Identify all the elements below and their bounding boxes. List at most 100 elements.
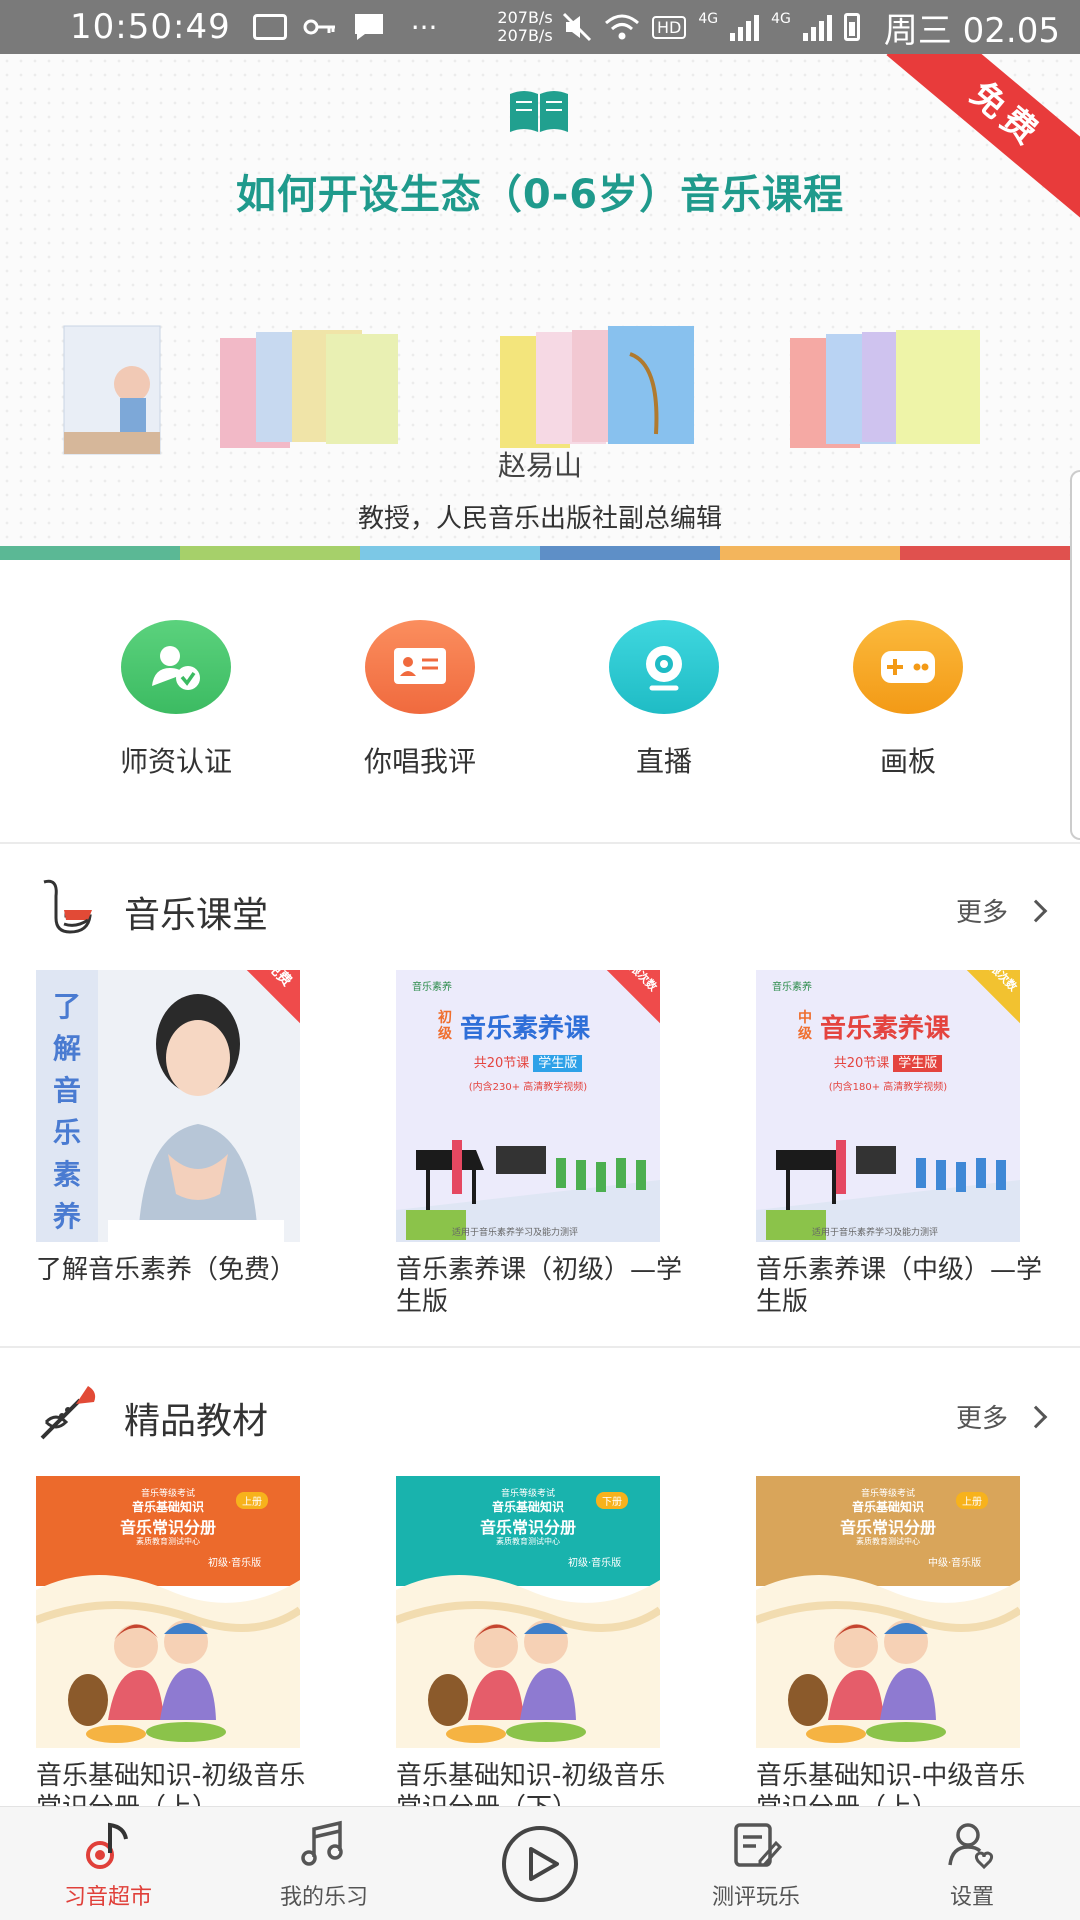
promo-banner[interactable]: 如何开设生态（0-6岁）音乐课程 免费 赵易山 教授，人民音乐出版社副总编辑	[0, 54, 1080, 560]
banner-author-role: 教授，人民音乐出版社副总编辑	[357, 504, 722, 534]
course-card[interactable]: 音乐素养 初级 音乐素养课 共20节课 学生版 (内含230+ 高清教学视频) 适…	[396, 970, 682, 1318]
tab-label: 设置	[949, 1885, 994, 1910]
stripe-segment	[360, 546, 540, 560]
status-right: HD 4G 4G 周三 02.05	[562, 3, 1060, 52]
status-bar: 10:50:49 ··· 207B/s 207B/s HD 4G 4G 周三 0…	[0, 0, 1080, 54]
course-card[interactable]: 音乐素养 中级 音乐素养课 共20节课 学生版 (内含180+ 高清教学视频) 适…	[756, 970, 1042, 1318]
divider	[0, 1346, 1080, 1348]
cover-title: 音乐常识分册	[479, 1518, 576, 1537]
course-level: 初级	[438, 1010, 452, 1042]
course-subtitle: 共20节课 学生版	[396, 1052, 660, 1072]
course-note: (内含180+ 高清教学视频)	[828, 1082, 948, 1093]
textbook-card[interactable]: 音乐等级考试 音乐基础知识 音乐常识分册 素质教育测试中心 下册 初级·音乐版 …	[396, 1476, 665, 1824]
kids-illustration	[36, 1575, 300, 1748]
cover-title: 音乐常识分册	[119, 1518, 216, 1537]
course-level: 中级	[798, 1010, 812, 1042]
kids-illustration	[396, 1575, 660, 1748]
textbook-card[interactable]: 音乐等级考试 音乐基础知识 音乐常识分册 素质教育测试中心 上册 中级·音乐版 …	[756, 1476, 1025, 1824]
corner-badge: 不限次数	[578, 970, 660, 1035]
course-footnote: 适用于音乐素养学习及能力测评	[812, 1228, 939, 1238]
vertical-char: 素	[52, 1158, 81, 1191]
quick-action-label: 画板	[879, 745, 936, 778]
lesson-count: 共20节课	[473, 1056, 530, 1071]
live-camera-icon	[609, 620, 719, 714]
brand-logo: 音乐素养	[772, 982, 812, 993]
cover-publisher: 素质教育测试中心	[856, 1537, 920, 1546]
hd-badge: HD	[651, 15, 687, 39]
quick-action-live[interactable]: 直播	[542, 580, 786, 840]
divider	[0, 842, 1080, 844]
course-card[interactable]: 了解音乐素养 免费 了解音乐素养（免费）	[36, 970, 300, 1318]
gamepad-icon	[853, 620, 963, 714]
textbook-cover: 音乐等级考试 音乐基础知识 音乐常识分册 素质教育测试中心 上册 初级·音乐版	[36, 1476, 300, 1748]
chevron-right-icon	[1024, 1405, 1048, 1428]
tab-settings[interactable]: 设置	[864, 1807, 1080, 1920]
textbook-card[interactable]: 音乐等级考试 音乐基础知识 音乐常识分册 素质教育测试中心 上册 初级·音乐版 …	[36, 1476, 305, 1824]
kids-illustration	[756, 1575, 1020, 1748]
corner-badge: 不限次数	[938, 970, 1020, 1035]
mute-icon	[562, 12, 592, 42]
teacher-cert-icon	[121, 620, 231, 714]
notes-icon	[301, 1820, 343, 1866]
music-class-header: 音乐课堂 更多	[0, 868, 1080, 948]
speed-up: 207B/s	[497, 8, 553, 27]
course-thumbnail: 音乐素养 中级 音乐素养课 共20节课 学生版 (内含180+ 高清教学视频) 适…	[756, 970, 1020, 1242]
volume-tag: 上册	[956, 1492, 988, 1509]
chevron-right-icon	[1024, 899, 1048, 922]
textbooks-more-link[interactable]: 更多	[955, 1398, 1048, 1435]
quick-action-label: 直播	[635, 745, 692, 778]
course-title: 音乐素养课（中级）—学生版	[756, 1255, 1043, 1317]
more-notifications-icon: ···	[410, 10, 438, 44]
status-notification-icons: ···	[252, 10, 438, 44]
quick-action-sing-review[interactable]: 你唱我评	[298, 580, 542, 840]
tab-assessment[interactable]: 测评玩乐	[648, 1807, 864, 1920]
cover-publisher: 素质教育测试中心	[136, 1537, 200, 1546]
classroom-image	[396, 1140, 660, 1242]
quick-action-drawing-board[interactable]: 画板	[786, 580, 1030, 840]
vertical-char: 音	[52, 1074, 81, 1107]
stripe-segment	[180, 546, 360, 560]
tab-my-learning[interactable]: 我的乐习	[216, 1807, 432, 1920]
bottom-nav: 习音超市 我的乐习 测评玩乐 设置	[0, 1806, 1080, 1920]
classroom-image	[756, 1140, 1020, 1242]
quick-action-label: 你唱我评	[363, 745, 476, 778]
cover-publisher: 素质教育测试中心	[496, 1537, 560, 1546]
saxophone-icon	[43, 879, 92, 934]
stripe-segment	[0, 546, 180, 560]
mail-icon	[252, 14, 287, 40]
play-icon	[502, 1825, 578, 1902]
textbooks-header: 精品教材 更多	[0, 1374, 1080, 1454]
settings-person-icon	[948, 1823, 994, 1870]
vertical-char: 了	[52, 990, 81, 1023]
volume-tag: 下册	[596, 1492, 628, 1509]
lesson-count: 共20节课	[833, 1056, 890, 1071]
network-type-2: 4G	[771, 10, 791, 27]
course-heading: 音乐素养课	[820, 1014, 951, 1044]
quick-actions: 师资认证 你唱我评 直播 画板	[0, 580, 1080, 840]
status-time: 10:50:49	[70, 7, 231, 47]
play-button[interactable]	[432, 1807, 648, 1920]
banner-title: 如何开设生态（0-6岁）音乐课程	[235, 172, 845, 218]
stripe-segment	[900, 546, 1080, 560]
sing-review-icon	[365, 620, 475, 714]
course-thumbnail: 了解音乐素养 免费	[36, 970, 300, 1242]
vertical-char: 养	[52, 1200, 81, 1233]
network-speed: 207B/s 207B/s	[497, 9, 552, 45]
battery-icon	[843, 13, 860, 41]
quick-action-teacher-cert[interactable]: 师资认证	[54, 580, 298, 840]
music-class-list: 了解音乐素养 免费 了解音乐素养（免费） 音乐素养 初级 音乐素养课 共20节课…	[0, 970, 1080, 1318]
vertical-char: 乐	[52, 1116, 81, 1149]
more-label: 更多	[955, 1404, 1008, 1434]
music-note-icon	[86, 1822, 128, 1869]
course-note: (内含230+ 高清教学视频)	[468, 1082, 588, 1093]
textbook-list: 音乐等级考试 音乐基础知识 音乐常识分册 素质教育测试中心 上册 初级·音乐版 …	[0, 1476, 1080, 1824]
stripe-segment	[540, 546, 720, 560]
music-class-more-link[interactable]: 更多	[956, 892, 1048, 929]
course-title: 了解音乐素养（免费）	[36, 1255, 297, 1285]
book-covers-image	[63, 325, 980, 455]
open-book-icon	[510, 91, 568, 132]
course-thumbnail: 音乐素养 初级 音乐素养课 共20节课 学生版 (内含230+ 高清教学视频) 适…	[396, 970, 660, 1242]
vertical-title: 了解音乐素养	[36, 970, 98, 1242]
tab-music-market[interactable]: 习音超市	[0, 1807, 216, 1920]
student-tag: 学生版	[533, 1055, 583, 1072]
